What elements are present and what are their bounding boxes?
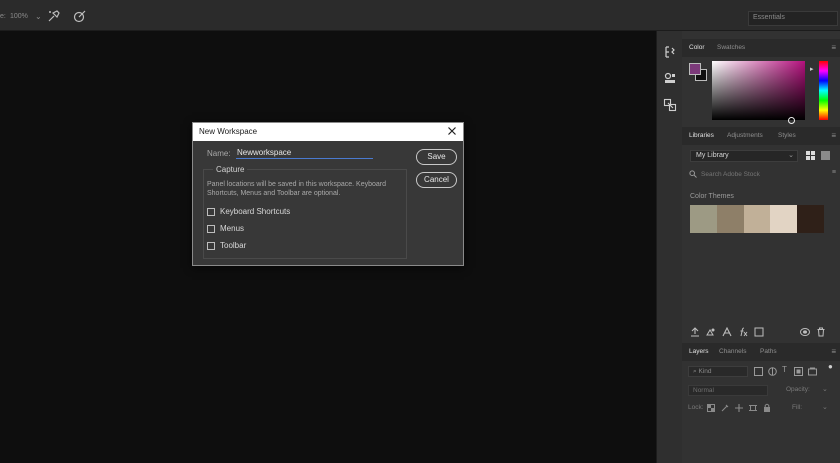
libraries-footer xyxy=(682,327,840,341)
toolbar-checkbox[interactable] xyxy=(207,242,215,250)
lock-position-icon[interactable] xyxy=(735,404,743,412)
workspace-name-input[interactable] xyxy=(236,146,373,159)
dialog-title-bar[interactable]: New Workspace xyxy=(193,123,463,141)
libraries-panel-tabs: Libraries Adjustments Styles ≡ xyxy=(682,127,840,145)
tab-adjustments[interactable]: Adjustments xyxy=(727,132,763,139)
theme-color-3[interactable] xyxy=(743,205,771,233)
tab-styles[interactable]: Styles xyxy=(778,132,796,139)
clone-source-icon[interactable] xyxy=(663,98,677,112)
tab-swatches[interactable]: Swatches xyxy=(717,44,745,51)
cloud-sync-icon[interactable] xyxy=(800,327,810,337)
color-panel-tabs: Color Swatches ≡ xyxy=(682,39,840,57)
chevron-down-icon[interactable]: ⌄ xyxy=(822,385,828,393)
opacity-value[interactable]: 100% xyxy=(10,13,28,20)
shape-filter-icon[interactable] xyxy=(794,367,803,376)
color-theme-strip[interactable] xyxy=(690,205,824,233)
add-color-icon[interactable] xyxy=(754,327,764,337)
trash-icon[interactable] xyxy=(816,327,826,337)
pixel-filter-icon[interactable] xyxy=(754,367,763,376)
foreground-color-swatch[interactable] xyxy=(689,63,701,75)
opacity-label: e: xyxy=(0,13,6,20)
panel-icon-strip xyxy=(656,31,682,463)
layer-filter-kind[interactable]: ⌕ Kind xyxy=(688,366,748,377)
right-panels: Color Swatches ≡ ▸ Libraries Adjustments… xyxy=(682,31,840,463)
chevron-down-icon[interactable]: ⌄ xyxy=(822,403,828,411)
layers-panel-tabs: Layers Channels Paths ≡ xyxy=(682,343,840,361)
theme-color-5[interactable] xyxy=(797,205,824,233)
library-name: My Library xyxy=(696,152,729,159)
new-workspace-dialog: New Workspace Name: Capture Panel locati… xyxy=(192,122,464,266)
option-label: Toolbar xyxy=(220,241,247,250)
capture-description: Panel locations will be saved in this wo… xyxy=(207,181,386,197)
tab-color[interactable]: Color xyxy=(689,44,705,51)
lock-pixels-icon[interactable] xyxy=(721,404,729,412)
capture-legend: Capture xyxy=(213,165,248,174)
tab-layers[interactable]: Layers xyxy=(689,348,709,355)
search-options-icon[interactable]: ≡ xyxy=(832,169,836,176)
blend-mode-select[interactable]: Normal xyxy=(688,385,768,396)
grid-view-icon[interactable] xyxy=(806,151,815,160)
search-icon: ⌕ xyxy=(693,368,697,375)
color-picker-field[interactable] xyxy=(712,61,805,124)
panel-menu-icon[interactable]: ≡ xyxy=(831,131,836,140)
capture-group: Capture Panel locations will be saved in… xyxy=(203,165,407,259)
smart-object-filter-icon[interactable] xyxy=(808,367,817,376)
menus-checkbox[interactable] xyxy=(207,225,215,233)
theme-color-2[interactable] xyxy=(716,205,744,233)
panel-menu-icon[interactable]: ≡ xyxy=(831,43,836,52)
chevron-down-icon[interactable]: ⌄ xyxy=(35,12,42,21)
cancel-button[interactable]: Cancel xyxy=(416,172,457,188)
airbrush-icon[interactable] xyxy=(47,9,61,23)
add-layer-style-icon[interactable] xyxy=(738,327,748,337)
adobe-stock-search-input[interactable] xyxy=(701,169,821,180)
list-view-icon[interactable] xyxy=(821,151,830,160)
close-icon[interactable] xyxy=(446,125,458,137)
hue-slider[interactable] xyxy=(819,61,828,120)
save-button[interactable]: Save xyxy=(416,149,457,165)
hue-slider-arrow-icon[interactable]: ▸ xyxy=(810,65,814,73)
tab-channels[interactable]: Channels xyxy=(719,348,746,355)
workspace-select[interactable]: Essentials xyxy=(748,11,838,26)
color-themes-label: Color Themes xyxy=(690,193,734,200)
pressure-size-icon[interactable] xyxy=(73,9,87,23)
tab-libraries[interactable]: Libraries xyxy=(689,132,714,139)
type-filter-icon[interactable]: T xyxy=(782,365,787,374)
search-icon xyxy=(689,170,697,178)
lock-transparent-icon[interactable] xyxy=(707,404,715,412)
library-select[interactable]: My Library ⌄ xyxy=(690,150,798,162)
dialog-title: New Workspace xyxy=(199,127,258,136)
layer-opacity-label: Opacity: xyxy=(786,386,810,393)
adjustment-filter-icon[interactable] xyxy=(768,367,777,376)
add-graphic-icon[interactable] xyxy=(706,327,716,337)
name-label: Name: xyxy=(207,149,231,158)
keyboard-shortcuts-checkbox[interactable] xyxy=(207,208,215,216)
theme-color-1[interactable] xyxy=(690,205,717,233)
theme-color-4[interactable] xyxy=(770,205,798,233)
fill-label: Fill: xyxy=(792,404,803,411)
lock-all-icon[interactable] xyxy=(763,403,771,412)
chevron-down-icon: ⌄ xyxy=(788,152,794,159)
lock-artboard-icon[interactable] xyxy=(749,404,757,412)
option-label: Keyboard Shortcuts xyxy=(220,207,291,216)
kind-label: Kind xyxy=(698,368,712,375)
tab-paths[interactable]: Paths xyxy=(760,348,777,355)
option-label: Menus xyxy=(220,224,245,233)
upload-icon[interactable] xyxy=(690,327,700,337)
color-picker-cursor[interactable] xyxy=(788,117,795,124)
lock-label: Lock: xyxy=(688,404,704,411)
filter-toggle-icon[interactable]: ● xyxy=(828,362,833,371)
properties-icon[interactable] xyxy=(663,71,677,85)
options-bar: e: 100% ⌄ Essentials xyxy=(0,0,840,31)
add-character-style-icon[interactable] xyxy=(722,327,732,337)
history-icon[interactable] xyxy=(663,45,677,59)
panel-menu-icon[interactable]: ≡ xyxy=(831,347,836,356)
